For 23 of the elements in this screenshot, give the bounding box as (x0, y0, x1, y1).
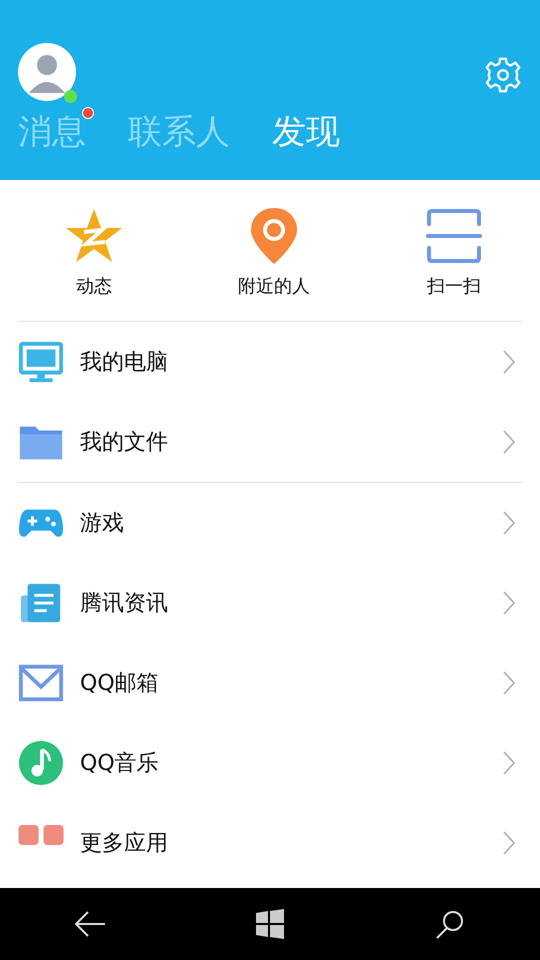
chevron-icon (502, 750, 516, 776)
menu-item[interactable]: 更多应用 (80, 828, 486, 858)
chevron-icon (502, 590, 516, 616)
chevron-icon (502, 429, 516, 455)
menu-item[interactable]: 我的文件 (80, 427, 486, 457)
menu-item[interactable]: 腾讯资讯 (80, 588, 486, 618)
back-arrow-icon[interactable] (73, 909, 107, 939)
menu-item[interactable]: 我的电脑 (80, 347, 486, 377)
windows-icon[interactable] (253, 909, 287, 939)
menu-item[interactable]: 游戏 (80, 508, 486, 538)
quick-action[interactable]: 扫一扫 (404, 206, 504, 321)
menu-item[interactable]: QQ邮箱 (80, 668, 486, 698)
chevron-icon (502, 670, 516, 696)
music-note-icon (18, 740, 64, 786)
quick-action[interactable]: 附近的人 (224, 206, 324, 321)
chevron-icon (502, 830, 516, 856)
monitor-icon (18, 339, 64, 385)
chevron-icon (502, 510, 516, 536)
chevron-icon (502, 349, 516, 375)
quick-action[interactable]: 动态 (44, 206, 144, 321)
menu-item[interactable]: QQ音乐 (80, 748, 486, 778)
apps-icon (18, 825, 64, 845)
scan-icon (424, 206, 484, 266)
